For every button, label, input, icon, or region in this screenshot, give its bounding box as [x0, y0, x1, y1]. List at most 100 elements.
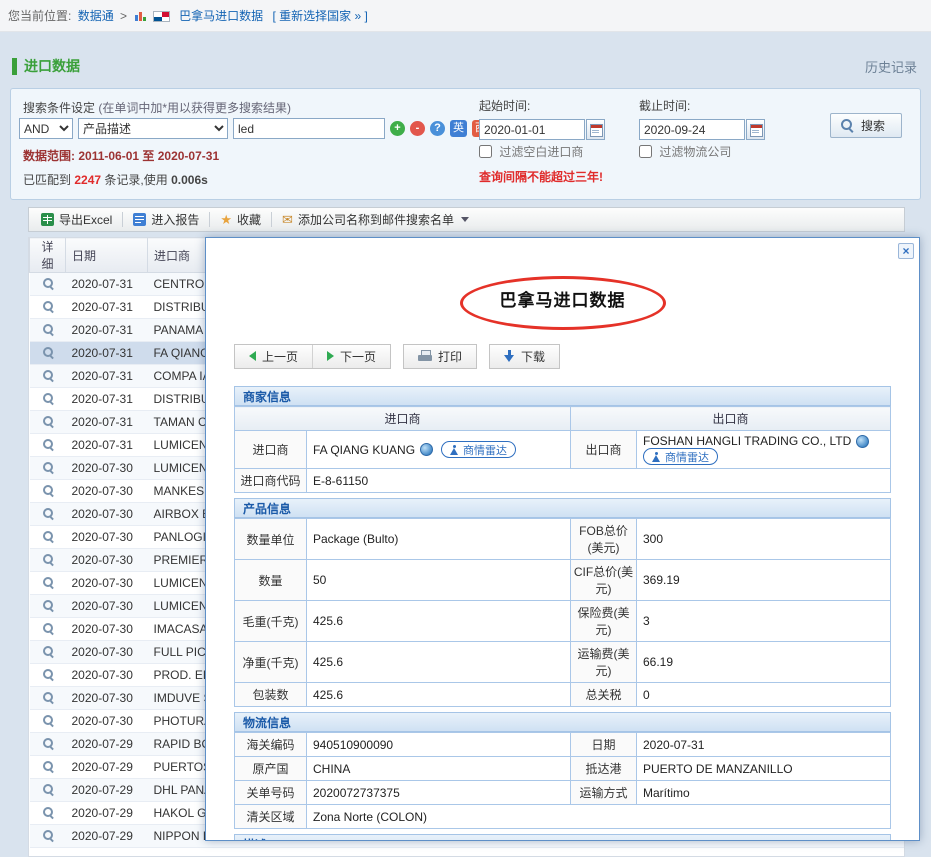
view-detail-icon[interactable]: [42, 622, 54, 634]
add-to-email-button[interactable]: 添加公司名称到邮件搜索名单: [274, 209, 477, 230]
row-date: 2020-07-30: [66, 641, 148, 664]
view-detail-icon[interactable]: [42, 783, 54, 795]
view-detail-icon[interactable]: [42, 369, 54, 381]
detail-cell: [30, 503, 66, 526]
view-detail-icon[interactable]: [42, 760, 54, 772]
calendar-icon[interactable]: [586, 119, 605, 140]
checkbox-blank-importer[interactable]: [479, 145, 492, 158]
field-value: 425.6: [307, 642, 571, 683]
radar-icon: [450, 445, 459, 455]
search-button-label: 搜索: [861, 117, 885, 134]
search-button[interactable]: 搜索: [830, 113, 902, 138]
search-criteria-hint: (在单词中加*用以获得更多搜索结果): [98, 101, 291, 115]
clearance-label: 清关区域: [235, 805, 307, 829]
field-label: 运输费(美元): [571, 642, 637, 683]
keyword-input[interactable]: [233, 118, 385, 139]
view-detail-icon[interactable]: [42, 645, 54, 657]
print-button[interactable]: 打印: [403, 344, 477, 369]
field-value: 369.19: [637, 560, 891, 601]
view-detail-icon[interactable]: [42, 599, 54, 611]
field-value: PUERTO DE MANZANILLO: [637, 757, 891, 781]
view-detail-icon[interactable]: [42, 829, 54, 841]
close-icon[interactable]: ×: [898, 243, 914, 259]
view-detail-icon[interactable]: [42, 461, 54, 473]
history-link[interactable]: 历史记录: [865, 57, 917, 76]
detail-cell: [30, 457, 66, 480]
matched-count: 2247: [74, 173, 101, 187]
data-chart-icon: [134, 11, 146, 21]
start-date-input[interactable]: [479, 119, 585, 140]
importer-code-value: E-8-61150: [307, 469, 891, 493]
view-detail-icon[interactable]: [42, 576, 54, 588]
end-date-input[interactable]: [639, 119, 745, 140]
exporter-name: FOSHAN HANGLI TRADING CO., LTD: [643, 434, 851, 448]
radar-icon: [652, 452, 661, 462]
search-field-select[interactable]: 产品描述: [78, 118, 228, 139]
view-detail-icon[interactable]: [42, 323, 54, 335]
view-detail-icon[interactable]: [42, 691, 54, 703]
chevron-down-icon: [461, 217, 469, 222]
row-date: 2020-07-29: [66, 825, 148, 848]
view-detail-icon[interactable]: [42, 714, 54, 726]
view-detail-icon[interactable]: [42, 346, 54, 358]
download-label: 下载: [521, 348, 545, 365]
globe-icon[interactable]: [856, 435, 869, 448]
checkbox-logistics-company[interactable]: [639, 145, 652, 158]
prev-page-button[interactable]: 上一页: [235, 345, 312, 368]
excel-icon: [41, 213, 54, 226]
view-detail-icon[interactable]: [42, 392, 54, 404]
detail-modal: × 巴拿马进口数据 上一页 下一页 打印 下载 商家信息: [205, 237, 920, 841]
field-value: Marítimo: [637, 781, 891, 805]
exporter-label: 出口商: [571, 431, 637, 469]
view-detail-icon[interactable]: [42, 553, 54, 565]
view-detail-icon[interactable]: [42, 507, 54, 519]
enter-report-button[interactable]: 进入报告: [125, 209, 207, 230]
detail-cell: [30, 802, 66, 825]
view-detail-icon[interactable]: [42, 300, 54, 312]
detail-cell: [30, 825, 66, 848]
breadcrumb-prefix: 您当前位置:: [8, 9, 71, 23]
search-icon: [841, 119, 854, 132]
next-page-button[interactable]: 下一页: [312, 345, 390, 368]
bool-operator-select[interactable]: AND: [19, 118, 73, 139]
export-excel-button[interactable]: 导出Excel: [33, 209, 120, 230]
importer-column-header: 进口商: [235, 407, 571, 431]
field-label: 毛重(千克): [235, 601, 307, 642]
view-detail-icon[interactable]: [42, 668, 54, 680]
lang-english-badge[interactable]: 英: [450, 120, 467, 137]
matched-prefix: 已匹配到: [23, 173, 71, 187]
detail-cell: [30, 664, 66, 687]
breadcrumb-site-link[interactable]: 数据通: [78, 9, 114, 23]
row-date: 2020-07-30: [66, 664, 148, 687]
title-accent-bar: [12, 58, 17, 75]
view-detail-icon[interactable]: [42, 484, 54, 496]
mail-icon: [282, 212, 293, 228]
matched-mid: 条记录,使用: [104, 173, 167, 187]
globe-icon[interactable]: [420, 443, 433, 456]
radar-button[interactable]: 商情雷达: [643, 448, 718, 465]
radar-button[interactable]: 商情雷达: [441, 441, 516, 458]
reselect-country-link[interactable]: [ 重新选择国家 » ]: [272, 9, 367, 23]
remove-condition-icon[interactable]: -: [410, 121, 425, 136]
breadcrumb: 您当前位置: 数据通 > 巴拿马进口数据 [ 重新选择国家 » ]: [0, 0, 931, 32]
help-icon[interactable]: ?: [430, 121, 445, 136]
view-detail-icon[interactable]: [42, 438, 54, 450]
filter-blank-importer-checkbox[interactable]: 过滤空白进口商: [479, 143, 583, 160]
prev-page-label: 上一页: [262, 348, 298, 365]
view-detail-icon[interactable]: [42, 277, 54, 289]
calendar-icon[interactable]: [746, 119, 765, 140]
view-detail-icon[interactable]: [42, 530, 54, 542]
modal-title-wrap: 巴拿马进口数据: [206, 286, 919, 320]
page-title: 进口数据: [24, 56, 80, 76]
download-button[interactable]: 下载: [489, 344, 560, 369]
filter-logistics-checkbox[interactable]: 过滤物流公司: [639, 143, 731, 160]
add-condition-icon[interactable]: +: [390, 121, 405, 136]
logistics-row: 原产国 CHINA 抵达港 PUERTO DE MANZANILLO: [235, 757, 891, 781]
view-detail-icon[interactable]: [42, 806, 54, 818]
field-value: Package (Bulto): [307, 519, 571, 560]
section-merchant-info: 商家信息: [234, 386, 891, 406]
field-label: CIF总价(美元): [571, 560, 637, 601]
view-detail-icon[interactable]: [42, 737, 54, 749]
favorite-button[interactable]: 收藏: [212, 209, 269, 230]
view-detail-icon[interactable]: [42, 415, 54, 427]
